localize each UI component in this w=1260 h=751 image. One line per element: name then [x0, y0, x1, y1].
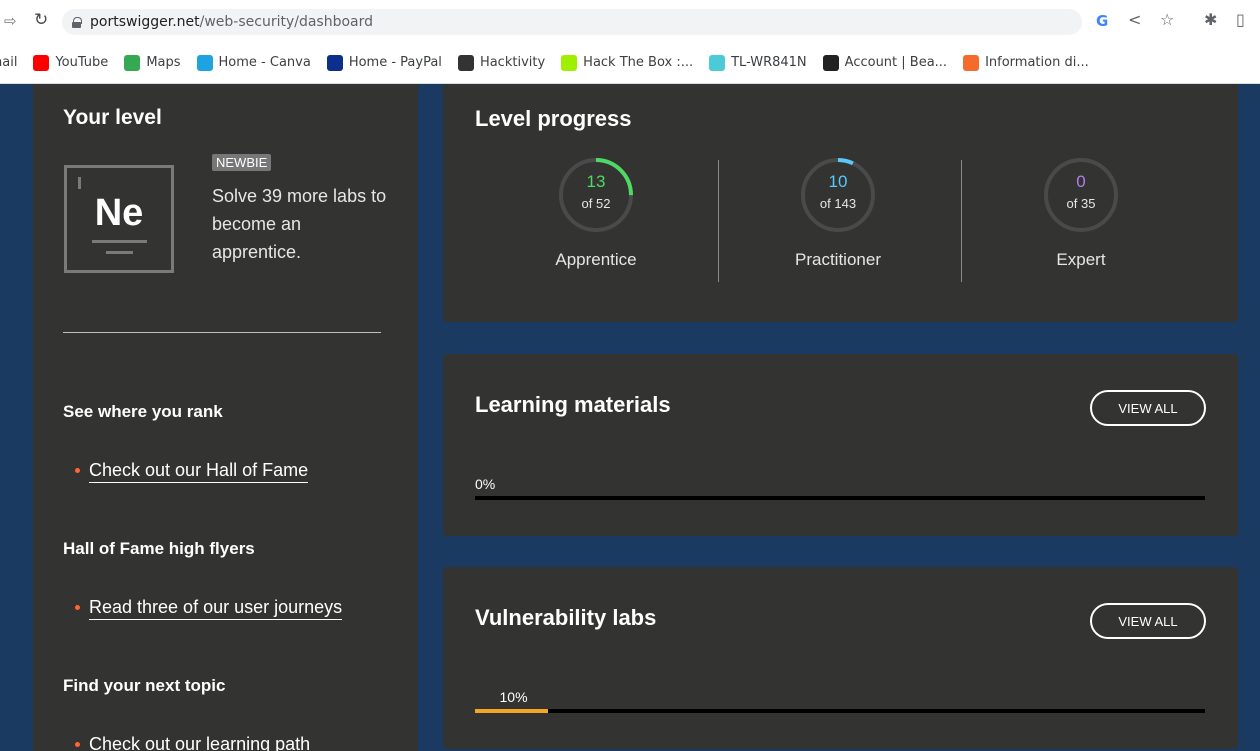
- level-progress-title: Level progress: [475, 106, 632, 131]
- bookmark-label: TL-WR841N: [731, 55, 807, 70]
- rank-heading: See where you rank: [63, 402, 223, 421]
- bookmark-item[interactable]: YouTube: [33, 54, 109, 71]
- bookmark-label: YouTube: [55, 55, 109, 70]
- bookmark-label: nail: [0, 55, 18, 70]
- bookmark-label: Hack The Box :...: [583, 55, 694, 70]
- browser-toolbar: ⇨ ↻ portswigger.net/web-security/dashboa…: [0, 0, 1260, 42]
- bookmark-label: Information di...: [985, 55, 1089, 70]
- star-icon[interactable]: ☆: [1160, 10, 1174, 29]
- side-panel-icon[interactable]: ▯: [1236, 10, 1245, 29]
- progress-ring: 10 of 143: [799, 156, 877, 234]
- total-count: of 52: [581, 196, 611, 211]
- dashboard-page: Your level Ne NEWBIE Solve 39 more labs …: [8, 84, 1260, 751]
- materials-percent: 0%: [475, 476, 496, 492]
- progress-ring: 13 of 52: [557, 156, 635, 234]
- canva-icon: [196, 54, 213, 71]
- bookmark-item[interactable]: Home - PayPal: [326, 54, 442, 71]
- account-icon: [822, 54, 839, 71]
- paypal-icon: [326, 54, 343, 71]
- progress-apprentice: 13 of 52 Apprentice: [476, 156, 716, 270]
- hackerone-icon: [457, 54, 474, 71]
- solved-count: 0: [1076, 172, 1086, 191]
- bookmark-label: Account | Bea...: [844, 55, 948, 70]
- bookmark-item[interactable]: Hack The Box :...: [561, 54, 694, 71]
- bookmarks-bar: nail YouTube Maps Home - Canva Home - PayPal…: [0, 42, 1260, 84]
- bookmark-item[interactable]: Hacktivity: [457, 54, 546, 71]
- bookmark-item[interactable]: TL-WR841N: [709, 54, 807, 71]
- total-count: of 143: [819, 196, 857, 211]
- level-name: Practitioner: [795, 250, 881, 269]
- bookmark-label: Home - PayPal: [348, 55, 442, 70]
- level-name: Expert: [1056, 250, 1106, 269]
- youtube-icon: [33, 54, 50, 71]
- bookmark-item[interactable]: nail: [0, 55, 17, 70]
- high-flyers-heading: Hall of Fame high flyers: [63, 539, 255, 558]
- level-description: Solve 39 more labs to become an apprenti…: [212, 186, 387, 262]
- bookmark-item[interactable]: Home - Canva: [196, 54, 311, 71]
- divider: [63, 332, 381, 333]
- learning-materials-card: Learning materials VIEW ALL 0%: [443, 354, 1238, 536]
- hall-of-fame-link[interactable]: Check out our Hall of Fame: [75, 460, 309, 483]
- separator: [961, 160, 962, 282]
- url-text: portswigger.net/web-security/dashboard: [90, 14, 374, 30]
- level-badge: NEWBIE: [212, 154, 272, 171]
- level-sidebar: Your level Ne NEWBIE Solve 39 more labs …: [33, 84, 418, 751]
- user-journeys-link[interactable]: Read three of our user journeys: [75, 597, 343, 620]
- labs-percent: 10%: [499, 689, 528, 705]
- bullet: [75, 742, 80, 747]
- level-progress-card: Level progress 13 of 52 Apprentice 10 of 143…: [443, 84, 1238, 322]
- separator: [718, 160, 719, 282]
- address-bar[interactable]: portswigger.net/web-security/dashboard: [62, 9, 1082, 35]
- extensions-icon[interactable]: ✱: [1204, 10, 1217, 29]
- labs-progress-bar: [475, 709, 1205, 713]
- progress-expert: 0 of 35 Expert: [961, 156, 1201, 270]
- share-icon[interactable]: <: [1128, 10, 1141, 29]
- tplink-icon: [709, 54, 726, 71]
- materials-progress-bar: [475, 496, 1205, 500]
- bookmark-item[interactable]: Account | Bea...: [822, 54, 948, 71]
- learning-materials-title: Learning materials: [475, 392, 671, 417]
- total-count: of 35: [1066, 196, 1096, 211]
- element-symbol: Ne: [94, 192, 144, 234]
- htb-icon: [561, 54, 578, 71]
- labs-progress-fill: [475, 709, 548, 713]
- bookmark-item[interactable]: Information di...: [963, 54, 1089, 71]
- reload-icon[interactable]: ↻: [34, 10, 48, 30]
- bookmark-item[interactable]: Maps: [124, 54, 181, 71]
- bookmark-label: Home - Canva: [218, 55, 311, 70]
- bullet: [75, 468, 80, 473]
- info-icon: [963, 54, 980, 71]
- vulnerability-labs-title: Vulnerability labs: [475, 605, 657, 630]
- vulnerability-labs-card: Vulnerability labs VIEW ALL 10%: [443, 567, 1238, 749]
- lock-icon: [72, 16, 82, 28]
- solved-count: 10: [828, 172, 848, 191]
- bookmark-label: Maps: [146, 55, 181, 70]
- labs-view-all-button[interactable]: VIEW ALL: [1090, 603, 1206, 639]
- your-level-title: Your level: [63, 106, 162, 129]
- google-icon[interactable]: G: [1096, 12, 1108, 30]
- forward-icon[interactable]: ⇨: [4, 12, 17, 30]
- learning-path-link[interactable]: Check out our learning path: [75, 734, 311, 751]
- materials-view-all-button[interactable]: VIEW ALL: [1090, 390, 1206, 426]
- bullet: [75, 605, 80, 610]
- progress-ring: 0 of 35: [1042, 156, 1120, 234]
- progress-practitioner: 10 of 143 Practitioner: [718, 156, 958, 270]
- solved-count: 13: [586, 172, 606, 191]
- element-icon: Ne: [64, 165, 174, 273]
- maps-icon: [124, 54, 141, 71]
- next-topic-heading: Find your next topic: [63, 676, 226, 695]
- level-name: Apprentice: [555, 250, 637, 269]
- bookmark-label: Hacktivity: [479, 55, 546, 70]
